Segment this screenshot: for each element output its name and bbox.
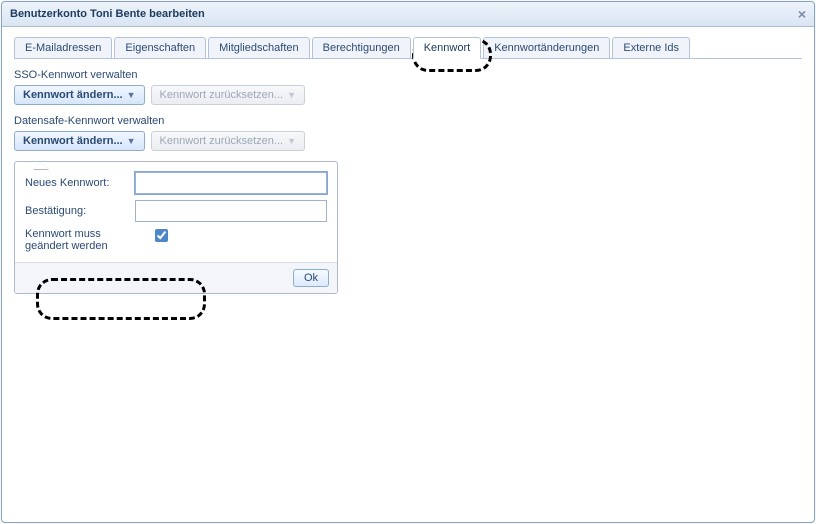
safe-reset-password-button: Kennwort zurücksetzen... ▼ (151, 131, 305, 151)
chevron-down-icon: ▼ (127, 90, 136, 100)
confirm-password-label: Bestätigung: (25, 205, 135, 217)
tab-berechtigungen[interactable]: Berechtigungen (312, 37, 411, 58)
must-change-row: Kennwort muss geändert werden (25, 228, 327, 252)
dialog-window: Benutzerkonto Toni Bente bearbeiten × E-… (1, 1, 815, 523)
ok-button[interactable]: Ok (293, 269, 329, 287)
safe-button-row: Kennwort ändern... ▼ Kennwort zurücksetz… (14, 131, 802, 151)
ok-button-label: Ok (304, 272, 318, 284)
tab-e-mailadressen[interactable]: E-Mailadressen (14, 37, 112, 58)
dialog-body: E-MailadressenEigenschaftenMitgliedschaf… (2, 27, 814, 304)
new-password-label: Neues Kennwort: (25, 177, 135, 189)
safe-change-password-button[interactable]: Kennwort ändern... ▼ (14, 131, 145, 151)
chevron-down-icon: ▼ (127, 136, 136, 146)
new-password-input[interactable] (135, 172, 327, 194)
tab-eigenschaften[interactable]: Eigenschaften (114, 37, 206, 58)
tab-externe-ids[interactable]: Externe Ids (612, 37, 690, 58)
new-password-row: Neues Kennwort: (25, 172, 327, 194)
safe-reset-password-label: Kennwort zurücksetzen... (160, 135, 284, 147)
safe-change-password-label: Kennwort ändern... (23, 135, 123, 147)
tab-kennwort-nderungen[interactable]: Kennwortänderungen (483, 37, 610, 58)
must-change-checkbox[interactable] (155, 229, 168, 242)
popover-body: Neues Kennwort: Bestätigung: Kennwort mu… (15, 162, 337, 252)
tab-mitgliedschaften[interactable]: Mitgliedschaften (208, 37, 310, 58)
change-password-popover: Neues Kennwort: Bestätigung: Kennwort mu… (14, 161, 338, 294)
sso-section-label: SSO-Kennwort verwalten (14, 69, 802, 81)
tab-bar: E-MailadressenEigenschaftenMitgliedschaf… (14, 37, 802, 59)
chevron-down-icon: ▼ (287, 136, 296, 146)
sso-button-row: Kennwort ändern... ▼ Kennwort zurücksetz… (14, 85, 802, 105)
popover-footer: Ok (15, 262, 337, 293)
tab-kennwort[interactable]: Kennwort (413, 37, 481, 59)
confirm-password-row: Bestätigung: (25, 200, 327, 222)
close-icon[interactable]: × (798, 2, 806, 26)
window-title: Benutzerkonto Toni Bente bearbeiten (10, 2, 205, 26)
must-change-label: Kennwort muss geändert werden (25, 228, 145, 252)
confirm-password-input[interactable] (135, 200, 327, 222)
sso-change-password-button[interactable]: Kennwort ändern... ▼ (14, 85, 145, 105)
titlebar: Benutzerkonto Toni Bente bearbeiten × (2, 2, 814, 27)
chevron-down-icon: ▼ (287, 90, 296, 100)
safe-section-label: Datensafe-Kennwort verwalten (14, 115, 802, 127)
sso-change-password-label: Kennwort ändern... (23, 89, 123, 101)
sso-reset-password-label: Kennwort zurücksetzen... (160, 89, 284, 101)
sso-reset-password-button: Kennwort zurücksetzen... ▼ (151, 85, 305, 105)
